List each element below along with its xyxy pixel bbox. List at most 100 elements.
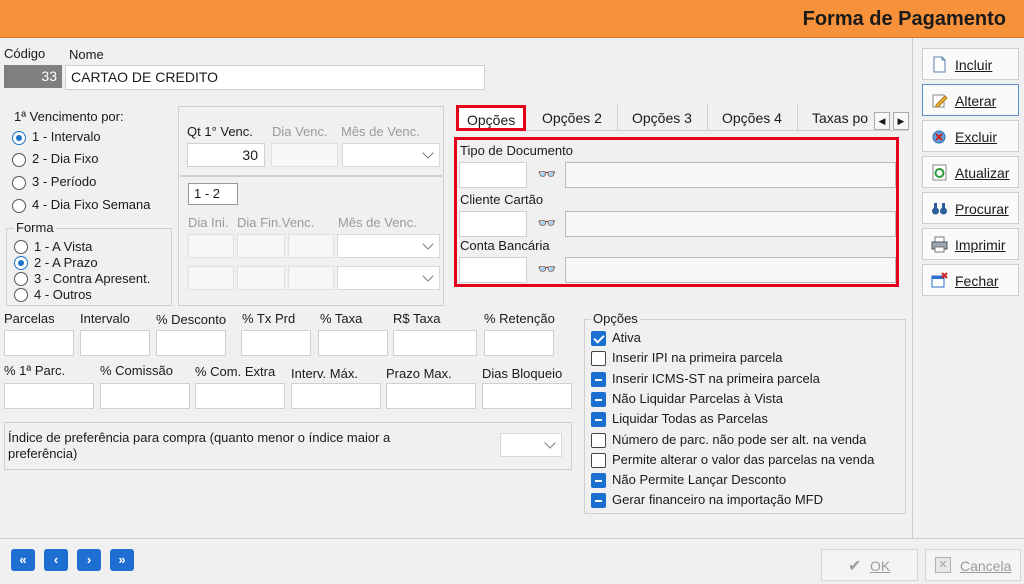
mes-venc-label: Mês de Venc. <box>341 124 420 139</box>
nome-label: Nome <box>69 47 104 62</box>
delete-icon <box>932 130 946 144</box>
opcoes-checkbox-label: Liquidar Todas as Parcelas <box>612 411 768 427</box>
incluir-button[interactable]: Incluir <box>922 48 1019 80</box>
checkbox-icon[interactable] <box>591 473 606 489</box>
rs-taxa-input[interactable] <box>393 330 477 356</box>
prazo-max-input[interactable] <box>386 383 476 409</box>
tab-taxas[interactable]: Taxas po <box>812 110 872 136</box>
checkbox-icon[interactable] <box>591 493 606 509</box>
radio-icon <box>14 272 28 286</box>
desconto-label: % Desconto <box>156 312 227 327</box>
chevron-down-icon <box>544 437 556 449</box>
first-record-icon[interactable]: « <box>11 549 35 571</box>
qt-venc-label: Qt 1° Venc. <box>187 124 253 139</box>
dias-bloqueio-input[interactable] <box>482 383 572 409</box>
dia-ini-input-2[interactable] <box>188 266 234 290</box>
dia-fin2-input-1[interactable] <box>288 234 334 258</box>
opcoes-checkbox-label: Não Liquidar Parcelas à Vista <box>612 390 784 406</box>
dia-fin-input-2[interactable] <box>237 266 285 290</box>
vencimento-option-label: 1 - Intervalo <box>32 129 101 144</box>
checkbox-icon[interactable] <box>591 371 606 387</box>
comissao-input[interactable] <box>100 383 190 409</box>
alterar-button[interactable]: Alterar <box>922 84 1019 116</box>
binoculars-icon[interactable]: 👓 <box>537 216 557 232</box>
opcoes-checkbox-label: Número de parc. não pode ser alt. na ven… <box>612 431 867 447</box>
tipo-documento-desc <box>565 162 896 188</box>
checkbox-icon[interactable] <box>591 331 606 346</box>
tab-scroll-right-icon[interactable]: ▶ <box>893 112 909 130</box>
primeira-parc-input[interactable] <box>4 383 94 409</box>
tipo-documento-input[interactable] <box>459 162 527 188</box>
previous-record-icon[interactable]: ‹ <box>44 549 68 571</box>
indice-label: Índice de preferência para compra (quant… <box>8 430 391 461</box>
imprimir-button[interactable]: Imprimir <box>922 228 1019 260</box>
cancela-button[interactable]: ✕ Cancela <box>925 549 1021 581</box>
com-extra-input[interactable] <box>195 383 285 409</box>
radio-selected-icon <box>12 131 26 145</box>
nome-input[interactable]: CARTAO DE CREDITO <box>65 65 485 90</box>
procurar-button[interactable]: Procurar <box>922 192 1019 224</box>
fechar-button[interactable]: Fechar <box>922 264 1019 296</box>
radio-icon <box>12 153 26 167</box>
indice-select[interactable] <box>500 433 562 457</box>
cliente-cartao-label: Cliente Cartão <box>460 192 544 207</box>
atualizar-button[interactable]: Atualizar <box>922 156 1019 188</box>
primeira-parc-label: % 1ª Parc. <box>4 363 66 378</box>
dia-venc-input[interactable] <box>271 143 338 167</box>
last-record-icon[interactable]: » <box>110 549 134 571</box>
cliente-cartao-input[interactable] <box>459 211 527 237</box>
tab-opcoes-4[interactable]: Opções 4 <box>722 110 782 136</box>
checkbox-icon[interactable] <box>591 391 606 407</box>
mes-venc2-select-2[interactable] <box>337 266 440 290</box>
checkbox-icon[interactable] <box>591 432 606 448</box>
chevron-down-icon <box>422 270 434 282</box>
tx-prd-input[interactable] <box>241 330 311 356</box>
chevron-down-icon <box>422 147 434 159</box>
radio-icon <box>14 240 28 254</box>
new-document-icon <box>933 56 946 73</box>
desconto-input[interactable] <box>156 330 226 356</box>
retencao-input[interactable] <box>484 330 554 356</box>
com-extra-label: % Com. Extra <box>195 364 276 379</box>
dia-ini-input-1[interactable] <box>188 234 234 258</box>
mes-venc2-select-1[interactable] <box>337 234 440 258</box>
checkbox-icon[interactable] <box>591 351 606 367</box>
forma-option-label: 1 - A Vista <box>34 239 93 254</box>
ok-button[interactable]: ✔ OK <box>821 549 918 581</box>
retencao-label: % Retenção <box>484 311 555 326</box>
excluir-button[interactable]: Excluir <box>922 120 1019 152</box>
tab-separator <box>797 104 798 130</box>
taxa-input[interactable] <box>318 330 388 356</box>
conta-bancaria-input[interactable] <box>459 257 527 283</box>
atualizar-label: Atualizar <box>955 165 1010 181</box>
interv-max-input[interactable] <box>291 383 381 409</box>
vencimento-option-label: 3 - Período <box>32 174 97 189</box>
checkbox-icon[interactable] <box>591 452 606 468</box>
tab-opcoes[interactable]: Opções <box>456 105 526 131</box>
mes-venc-select[interactable] <box>342 143 440 167</box>
tab-opcoes-2[interactable]: Opções 2 <box>542 110 602 136</box>
next-record-icon[interactable]: › <box>77 549 101 571</box>
opcoes-title: Opções <box>591 311 640 326</box>
alterar-label: Alterar <box>955 93 997 109</box>
dia-fin2-input-2[interactable] <box>288 266 334 290</box>
excluir-label: Excluir <box>955 129 998 145</box>
range-field[interactable]: 1 - 2 <box>188 183 238 205</box>
parcelas-input[interactable] <box>4 330 74 356</box>
checkbox-icon[interactable] <box>591 412 606 428</box>
prazo-max-label: Prazo Max. <box>386 366 452 381</box>
qt-venc-input[interactable]: 30 <box>187 143 265 167</box>
intervalo-input[interactable] <box>80 330 150 356</box>
chevron-down-icon <box>422 238 434 250</box>
rs-taxa-label: R$ Taxa <box>393 311 441 326</box>
tab-opcoes-3[interactable]: Opções 3 <box>632 110 692 136</box>
binoculars-icon[interactable]: 👓 <box>537 262 557 278</box>
tipo-documento-label: Tipo de Documento <box>460 143 573 158</box>
dia-ini-label: Dia Ini. <box>188 215 229 230</box>
radio-selected-icon <box>14 256 28 270</box>
dia-fin-input-1[interactable] <box>237 234 285 258</box>
cliente-cartao-desc <box>565 211 896 237</box>
tab-scroll-left-icon[interactable]: ◀ <box>874 112 890 130</box>
binoculars-icon <box>932 203 947 215</box>
binoculars-icon[interactable]: 👓 <box>537 167 557 183</box>
